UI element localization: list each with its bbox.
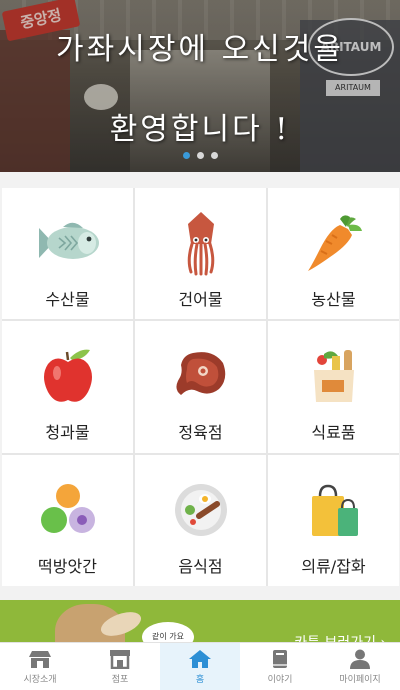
category-seafood[interactable]: 수산물: [2, 188, 133, 320]
bottom-navigation: 시장소개 점포 홈 이야기 마이페이지: [0, 642, 400, 690]
category-grid: 수산물 건어물 농산물 청과물 정육점 식료품 떡방앗간 음식점 의류/잡화: [2, 188, 399, 586]
person-icon: [347, 648, 373, 670]
carousel-dot[interactable]: [210, 152, 218, 159]
nav-stories[interactable]: 이야기: [240, 643, 320, 690]
category-fruits[interactable]: 청과물: [2, 321, 133, 453]
category-dried-seafood[interactable]: 건어물: [135, 188, 266, 320]
carousel-dot[interactable]: [196, 152, 204, 159]
nav-label: 시장소개: [23, 675, 57, 685]
nav-label: 이야기: [267, 675, 293, 685]
nav-label: 마이페이지: [339, 675, 381, 685]
category-clothing[interactable]: 의류/잡화: [268, 454, 399, 586]
category-label: 의류/잡화: [301, 556, 366, 576]
rice-cake-icon: [35, 477, 101, 543]
category-label: 수산물: [45, 290, 90, 309]
squid-icon: [168, 210, 234, 276]
steak-icon: [168, 343, 234, 409]
nav-label: 홈: [195, 675, 205, 685]
category-butcher[interactable]: 정육점: [135, 321, 266, 453]
category-label: 농산물: [311, 290, 356, 309]
home-icon: [187, 648, 213, 670]
shopping-bags-icon: [301, 477, 367, 543]
category-restaurant[interactable]: 음식점: [135, 454, 266, 586]
carousel-dot[interactable]: [182, 152, 190, 159]
category-label: 떡방앗간: [38, 556, 97, 576]
fish-icon: [35, 210, 101, 276]
category-label: 정육점: [178, 423, 223, 443]
grocery-bag-icon: [301, 343, 367, 409]
nav-my-page[interactable]: 마이페이지: [320, 643, 400, 690]
book-icon: [267, 648, 293, 670]
category-agricultural[interactable]: 농산물: [268, 188, 399, 320]
nav-home[interactable]: 홈: [160, 643, 240, 690]
category-rice-cake[interactable]: 떡방앗간: [2, 454, 133, 586]
hero-banner[interactable]: 중앙정 ARITAUM ARITAUM 가좌시장에 오신것을 환영합니다 !: [0, 0, 400, 172]
nav-stores[interactable]: 점포: [80, 643, 160, 690]
banner-headline-line2: 환영합니다 !: [109, 112, 291, 147]
category-label: 음식점: [178, 556, 223, 576]
category-label: 건어물: [178, 290, 223, 309]
category-label: 청과물: [45, 423, 90, 443]
food-plate-icon: [168, 477, 234, 543]
market-icon: [27, 648, 53, 670]
banner-headline-line1: 가좌시장에 오신것을: [56, 32, 344, 67]
store-icon: [107, 648, 133, 670]
nav-label: 점포: [111, 675, 129, 685]
carousel-dots: [0, 152, 400, 159]
category-label: 식료품: [311, 423, 356, 443]
carrot-icon: [301, 210, 367, 276]
apple-icon: [35, 343, 101, 409]
category-groceries[interactable]: 식료품: [268, 321, 399, 453]
nav-market-intro[interactable]: 시장소개: [0, 643, 80, 690]
